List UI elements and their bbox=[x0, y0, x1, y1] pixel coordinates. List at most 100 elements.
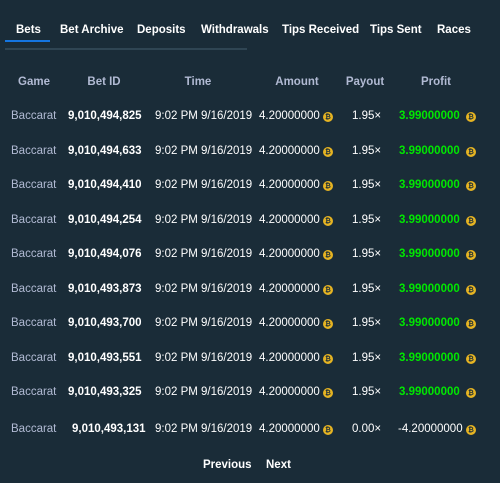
bitcoin-coin-icon: ₿ bbox=[323, 181, 333, 191]
bitcoin-coin-icon: ₿ bbox=[323, 319, 333, 329]
next-page-button[interactable]: Next bbox=[266, 459, 291, 471]
bitcoin-coin-icon: ₿ bbox=[323, 147, 333, 157]
column-header-profit: Profit bbox=[420, 76, 452, 88]
cell-time: 9:02 PM 9/16/2019 bbox=[155, 352, 253, 364]
column-header-amount: Amount bbox=[275, 76, 319, 88]
tab-bet-archive[interactable]: Bet Archive bbox=[60, 24, 124, 36]
previous-page-button[interactable]: Previous bbox=[203, 459, 252, 471]
cell-time: 9:02 PM 9/16/2019 bbox=[155, 248, 253, 260]
table-row[interactable]: Baccarat 9,010,493,131 9:02 PM 9/16/2019 4.… bbox=[0, 421, 500, 441]
cell-bet-id[interactable]: 9,010,494,633 bbox=[68, 145, 142, 157]
tab-tips-sent[interactable]: Tips Sent bbox=[370, 24, 422, 36]
cell-amount: 4.20000000 bbox=[259, 317, 320, 329]
cell-payout: 1.95× bbox=[352, 283, 382, 295]
active-tab-indicator bbox=[5, 40, 50, 42]
table-row[interactable]: Baccarat 9,010,494,410 9:02 PM 9/16/2019 4.… bbox=[0, 177, 500, 197]
cell-profit: 3.99000000 bbox=[399, 145, 460, 157]
table-row[interactable]: Baccarat 9,010,494,254 9:02 PM 9/16/2019 4.… bbox=[0, 212, 500, 232]
cell-game: Baccarat bbox=[11, 110, 57, 122]
bitcoin-coin-icon: ₿ bbox=[466, 147, 476, 157]
cell-game: Baccarat bbox=[11, 214, 57, 226]
cell-amount: 4.20000000 bbox=[259, 145, 320, 157]
table-row[interactable]: Baccarat 9,010,493,551 9:02 PM 9/16/2019 4.… bbox=[0, 350, 500, 370]
cell-profit: 3.99000000 bbox=[399, 110, 460, 122]
cell-time: 9:02 PM 9/16/2019 bbox=[155, 179, 253, 191]
cell-profit: 3.99000000 bbox=[399, 248, 460, 260]
cell-bet-id[interactable]: 9,010,493,325 bbox=[68, 386, 142, 398]
column-header-payout: Payout bbox=[345, 76, 385, 88]
cell-game: Baccarat bbox=[11, 317, 57, 329]
tab-tips-received[interactable]: Tips Received bbox=[282, 24, 359, 36]
bitcoin-coin-icon: ₿ bbox=[466, 425, 476, 435]
bitcoin-coin-icon: ₿ bbox=[323, 112, 333, 122]
table-row[interactable]: Baccarat 9,010,493,873 9:02 PM 9/16/2019 4.… bbox=[0, 281, 500, 301]
cell-profit: 3.99000000 bbox=[399, 317, 460, 329]
cell-payout: 1.95× bbox=[352, 248, 382, 260]
tabs-divider bbox=[5, 48, 247, 50]
bitcoin-coin-icon: ₿ bbox=[466, 319, 476, 329]
bitcoin-coin-icon: ₿ bbox=[466, 354, 476, 364]
table-row[interactable]: Baccarat 9,010,494,633 9:02 PM 9/16/2019 4.… bbox=[0, 143, 500, 163]
cell-amount: 4.20000000 bbox=[259, 386, 320, 398]
bitcoin-coin-icon: ₿ bbox=[323, 250, 333, 260]
cell-bet-id[interactable]: 9,010,494,076 bbox=[68, 248, 142, 260]
column-header-bet-id: Bet ID bbox=[87, 76, 121, 88]
tab-bar: Bets Bet Archive Deposits Withdrawals Ti… bbox=[0, 0, 500, 50]
cell-bet-id[interactable]: 9,010,494,825 bbox=[68, 110, 142, 122]
bitcoin-coin-icon: ₿ bbox=[466, 216, 476, 226]
cell-time: 9:02 PM 9/16/2019 bbox=[155, 110, 253, 122]
cell-bet-id[interactable]: 9,010,493,873 bbox=[68, 283, 142, 295]
cell-game: Baccarat bbox=[11, 352, 57, 364]
table-header: Game Bet ID Time Amount Payout Profit bbox=[0, 76, 500, 90]
cell-profit: 3.99000000 bbox=[399, 214, 460, 226]
bitcoin-coin-icon: ₿ bbox=[323, 425, 333, 435]
cell-amount: 4.20000000 bbox=[259, 179, 320, 191]
cell-payout: 1.95× bbox=[352, 317, 382, 329]
cell-bet-id[interactable]: 9,010,494,410 bbox=[68, 179, 142, 191]
cell-bet-id[interactable]: 9,010,493,551 bbox=[68, 352, 142, 364]
cell-bet-id[interactable]: 9,010,494,254 bbox=[68, 214, 142, 226]
table-row[interactable]: Baccarat 9,010,493,700 9:02 PM 9/16/2019 4.… bbox=[0, 315, 500, 335]
cell-game: Baccarat bbox=[11, 179, 57, 191]
cell-bet-id[interactable]: 9,010,493,700 bbox=[68, 317, 142, 329]
cell-amount: 4.20000000 bbox=[259, 248, 320, 260]
tab-deposits[interactable]: Deposits bbox=[137, 24, 186, 36]
bitcoin-coin-icon: ₿ bbox=[466, 285, 476, 295]
cell-bet-id[interactable]: 9,010,493,131 bbox=[72, 423, 146, 435]
bitcoin-coin-icon: ₿ bbox=[466, 181, 476, 191]
bitcoin-coin-icon: ₿ bbox=[466, 250, 476, 260]
cell-amount: 4.20000000 bbox=[259, 110, 320, 122]
bitcoin-coin-icon: ₿ bbox=[323, 354, 333, 364]
cell-time: 9:02 PM 9/16/2019 bbox=[155, 283, 253, 295]
cell-time: 9:02 PM 9/16/2019 bbox=[155, 386, 253, 398]
bitcoin-coin-icon: ₿ bbox=[323, 285, 333, 295]
cell-time: 9:02 PM 9/16/2019 bbox=[155, 317, 253, 329]
cell-profit: 3.99000000 bbox=[399, 352, 460, 364]
tab-races[interactable]: Races bbox=[437, 24, 471, 36]
column-header-time: Time bbox=[184, 76, 212, 88]
cell-payout: 0.00× bbox=[352, 423, 382, 435]
cell-time: 9:02 PM 9/16/2019 bbox=[155, 423, 253, 435]
cell-payout: 1.95× bbox=[352, 352, 382, 364]
cell-amount: 4.20000000 bbox=[259, 352, 320, 364]
cell-amount: 4.20000000 bbox=[259, 214, 320, 226]
bitcoin-coin-icon: ₿ bbox=[466, 388, 476, 398]
cell-payout: 1.95× bbox=[352, 179, 382, 191]
cell-payout: 1.95× bbox=[352, 214, 382, 226]
cell-game: Baccarat bbox=[11, 386, 57, 398]
tab-bets[interactable]: Bets bbox=[16, 24, 41, 36]
cell-profit: 3.99000000 bbox=[399, 179, 460, 191]
cell-payout: 1.95× bbox=[352, 110, 382, 122]
cell-game: Baccarat bbox=[11, 283, 57, 295]
cell-game: Baccarat bbox=[11, 145, 57, 157]
bitcoin-coin-icon: ₿ bbox=[323, 216, 333, 226]
cell-time: 9:02 PM 9/16/2019 bbox=[155, 145, 253, 157]
table-row[interactable]: Baccarat 9,010,494,076 9:02 PM 9/16/2019 4.… bbox=[0, 246, 500, 266]
table-row[interactable]: Baccarat 9,010,493,325 9:02 PM 9/16/2019 4.… bbox=[0, 384, 500, 404]
cell-payout: 1.95× bbox=[352, 145, 382, 157]
cell-profit: 3.99000000 bbox=[399, 283, 460, 295]
cell-payout: 1.95× bbox=[352, 386, 382, 398]
tab-withdrawals[interactable]: Withdrawals bbox=[201, 24, 269, 36]
table-row[interactable]: Baccarat 9,010,494,825 9:02 PM 9/16/2019 4.… bbox=[0, 108, 500, 128]
cell-time: 9:02 PM 9/16/2019 bbox=[155, 214, 253, 226]
